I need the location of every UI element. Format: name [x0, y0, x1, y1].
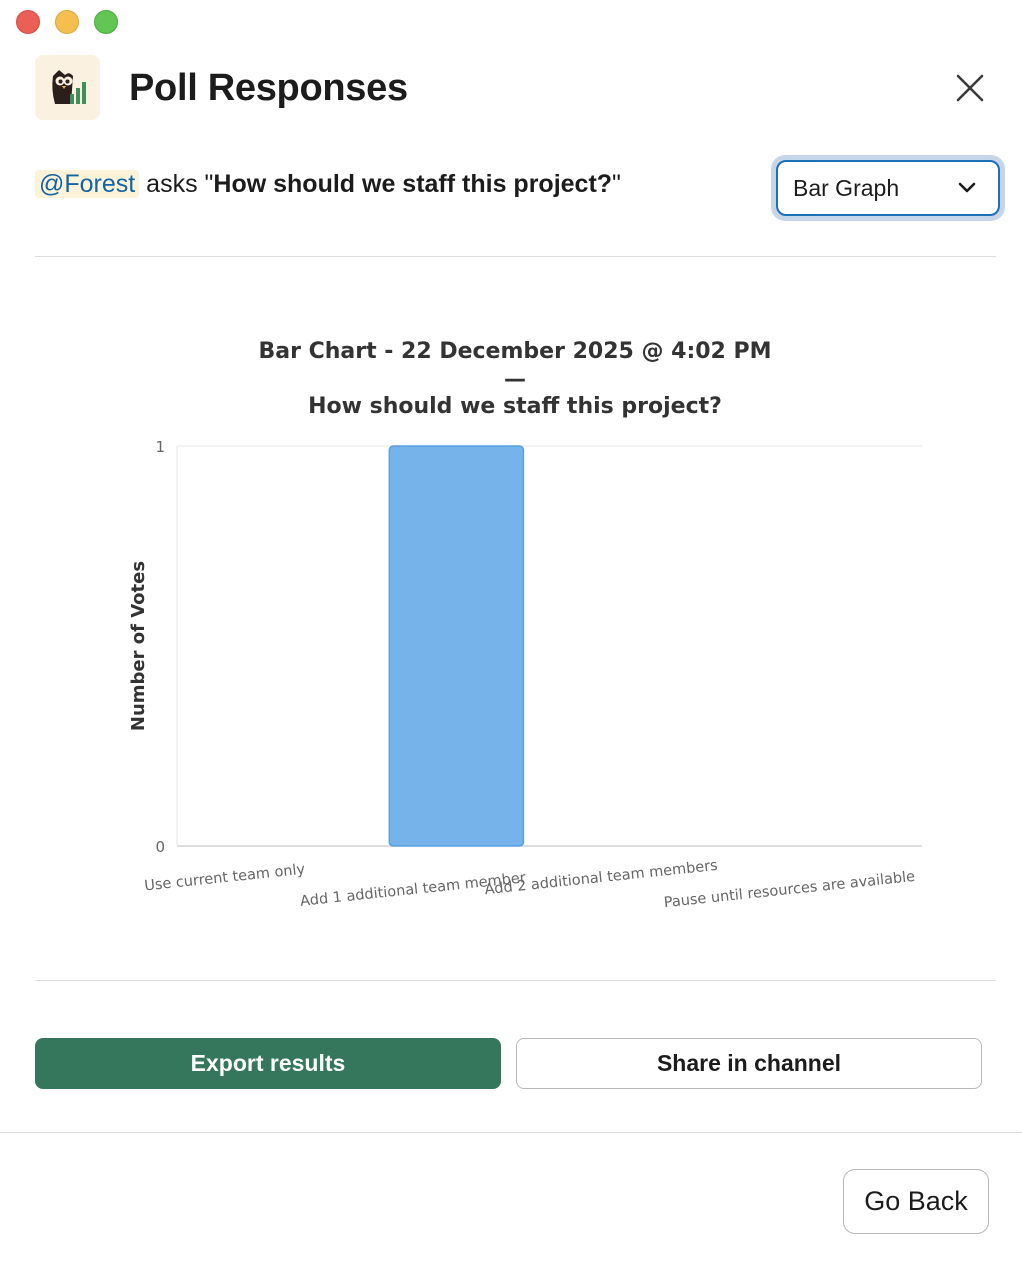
plot-area: 01Use current team onlyAdd 1 additional …	[144, 438, 922, 911]
y-tick-label: 1	[155, 438, 165, 456]
page-title: Poll Responses	[129, 67, 408, 109]
chevron-down-icon	[958, 182, 976, 193]
question-text: How should we staff this project?	[213, 170, 613, 198]
bar[interactable]	[388, 445, 525, 847]
owl-chart-icon	[35, 55, 100, 120]
zoom-window-button[interactable]	[94, 10, 118, 34]
y-tick-label: 0	[155, 838, 165, 856]
share-in-channel-button[interactable]: Share in channel	[516, 1038, 982, 1089]
asks-label: asks "	[139, 170, 214, 198]
chart-type-select-focus-ring: Bar Graph	[771, 155, 1005, 221]
close-icon[interactable]	[950, 68, 990, 108]
poll-question: @Forest asks "How should we staff this p…	[35, 164, 621, 204]
x-tick-label: Use current team only	[144, 862, 307, 895]
footer-divider	[0, 1132, 1022, 1133]
bar-chart: Bar Chart - 22 December 2025 @ 4:02 PM —…	[60, 300, 980, 960]
y-axis-label: Number of Votes	[128, 561, 149, 731]
divider-bottom	[35, 980, 996, 981]
window-controls	[16, 10, 118, 34]
chart-title-line1: Bar Chart - 22 December 2025 @ 4:02 PM	[258, 339, 771, 364]
minimize-window-button[interactable]	[55, 10, 79, 34]
user-mention[interactable]: @Forest	[35, 170, 140, 198]
export-results-button[interactable]: Export results	[35, 1038, 501, 1089]
bar-chart-svg: Bar Chart - 22 December 2025 @ 4:02 PM —…	[128, 339, 922, 911]
divider-top	[35, 256, 996, 257]
go-back-button[interactable]: Go Back	[843, 1169, 989, 1234]
chart-type-selected: Bar Graph	[793, 174, 900, 201]
chart-title-question: How should we staff this project?	[308, 394, 722, 419]
closing-quote: "	[612, 170, 621, 198]
chart-type-select[interactable]: Bar Graph	[776, 160, 1000, 216]
poll-responses-window: Poll Responses @Forest asks "How should …	[0, 0, 1022, 1262]
chart-title-separator: —	[504, 367, 526, 392]
close-window-button[interactable]	[16, 10, 40, 34]
